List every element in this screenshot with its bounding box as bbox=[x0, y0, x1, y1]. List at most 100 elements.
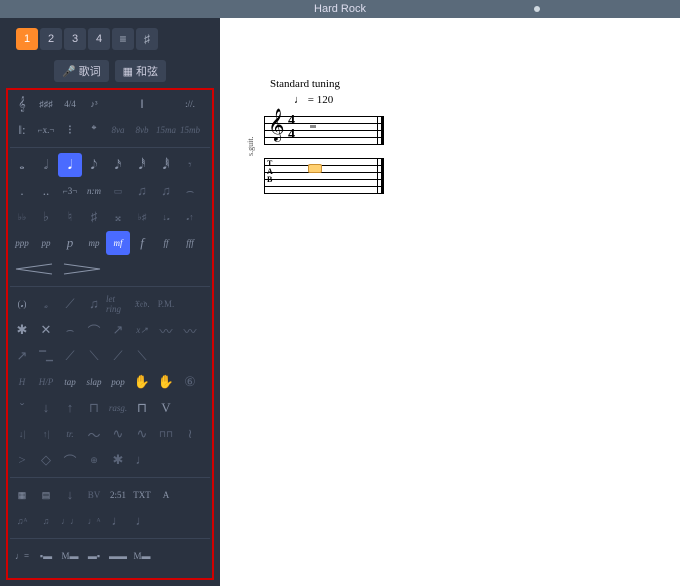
tab-3[interactable]: 3 bbox=[64, 28, 86, 50]
key-signature-icon[interactable]: ♯♯♯ bbox=[34, 92, 58, 116]
shift-up-icon[interactable]: 𝅘↑ bbox=[178, 205, 202, 229]
tenuto-icon[interactable]: ♩ bbox=[130, 448, 154, 472]
rest-icon[interactable]: 𝄾 bbox=[178, 153, 202, 177]
slide-out-icon[interactable]: ⟋ bbox=[58, 344, 82, 368]
grace-note-icon[interactable]: ♫ bbox=[82, 292, 106, 316]
slide-icon[interactable]: ⟋ bbox=[58, 292, 82, 316]
ornament-inv-mordent-icon[interactable]: ∿ bbox=[130, 422, 154, 446]
hand-alt-icon[interactable]: ✋ bbox=[154, 370, 178, 394]
chord-diagram-icon[interactable]: ▦ bbox=[10, 483, 34, 507]
whole-note-icon[interactable]: 𝅝 bbox=[10, 153, 34, 177]
strum-down-icon[interactable]: ↓ bbox=[34, 396, 58, 420]
arpeggio-up-icon[interactable]: ↑| bbox=[34, 422, 58, 446]
strum-up-icon[interactable]: ↑ bbox=[58, 396, 82, 420]
hammer-icon[interactable]: ⌢ bbox=[58, 318, 82, 342]
eighth-note-icon[interactable]: 𝅘𝅥𝅮 bbox=[82, 153, 106, 177]
coda-icon[interactable]: 𝄌 bbox=[82, 118, 106, 142]
treble-clef-icon[interactable]: 𝄞 bbox=[10, 92, 34, 116]
dynamic-fff-icon[interactable]: fff bbox=[178, 231, 202, 255]
dotted-icon[interactable]: . bbox=[10, 179, 34, 203]
natural-icon[interactable]: ♮ bbox=[58, 205, 82, 229]
tab-staff[interactable]: TAB bbox=[264, 158, 384, 193]
repeat-sign-icon[interactable]: ://. bbox=[178, 92, 202, 116]
decrescendo-icon[interactable] bbox=[58, 257, 106, 281]
hand-icon[interactable]: ✋ bbox=[130, 370, 154, 394]
sixtyfourth-note-icon[interactable]: 𝅘𝅥𝅱 bbox=[154, 153, 178, 177]
ghost-note-icon[interactable]: (𝅘) bbox=[10, 292, 34, 316]
wide-vibrato-icon[interactable]: 〰 bbox=[178, 318, 202, 342]
artificial-harmonic-icon[interactable]: ✕ bbox=[34, 318, 58, 342]
dynamic-f-icon[interactable]: f bbox=[130, 231, 154, 255]
dynamic-p-icon[interactable]: p bbox=[58, 231, 82, 255]
timer-icon[interactable]: 2:51 bbox=[106, 483, 130, 507]
double-dotted-icon[interactable]: .. bbox=[34, 179, 58, 203]
beam-icon[interactable]: ♫ bbox=[130, 179, 154, 203]
voice-icon[interactable]: ♩ bbox=[106, 509, 130, 533]
auto-stem-icon[interactable]: ♩ᴬ bbox=[82, 509, 106, 533]
octave-down-icon[interactable]: 8vb bbox=[130, 118, 154, 142]
dynamic-mp-icon[interactable]: mp bbox=[82, 231, 106, 255]
two-octave-up-icon[interactable]: 15ma bbox=[154, 118, 178, 142]
repeat-alt-icon[interactable]: ⌐x.¬ bbox=[34, 118, 58, 142]
bar-graph-m-icon[interactable]: M▬ bbox=[58, 544, 82, 568]
staccatissimo-icon[interactable]: ✱ bbox=[106, 448, 130, 472]
tuplet-3-icon[interactable]: ⌐3¬ bbox=[58, 179, 82, 203]
pop-icon[interactable]: pop bbox=[106, 370, 130, 394]
bend-icon[interactable]: ↗ bbox=[106, 318, 130, 342]
dynamic-mf-icon[interactable]: mf bbox=[106, 231, 130, 255]
crescendo-icon[interactable] bbox=[10, 257, 58, 281]
multirest-icon[interactable]: ▭ bbox=[106, 179, 130, 203]
pedal-icon[interactable]: 𝔛𝔢𝔡. bbox=[130, 292, 154, 316]
slide-legato-icon[interactable]: ⟍ bbox=[82, 344, 106, 368]
string-6-icon[interactable]: ⑥ bbox=[178, 370, 202, 394]
accent-icon[interactable]: ˇ bbox=[10, 396, 34, 420]
stem-dir-icon[interactable]: ♩♩ bbox=[58, 509, 82, 533]
arpeggio-down-icon[interactable]: ↓| bbox=[10, 422, 34, 446]
barre-roman-icon[interactable]: BV bbox=[82, 483, 106, 507]
trill-icon[interactable]: tr. bbox=[58, 422, 82, 446]
slap-icon[interactable]: slap bbox=[82, 370, 106, 394]
bar-graph-m2-icon[interactable]: M▬ bbox=[130, 544, 154, 568]
slide-in-below-icon[interactable]: ↗ bbox=[10, 344, 34, 368]
pickstroke-down-icon[interactable]: ⊓ bbox=[130, 396, 154, 420]
half-note-icon[interactable]: 𝅗𝅥 bbox=[34, 153, 58, 177]
barre-icon[interactable]: ↓ bbox=[58, 483, 82, 507]
tap-icon[interactable]: tap bbox=[58, 370, 82, 394]
standard-staff[interactable]: 𝄞 4 4 bbox=[264, 116, 384, 144]
dynamic-ff-icon[interactable]: ff bbox=[154, 231, 178, 255]
sharp-icon[interactable]: ♯ bbox=[82, 205, 106, 229]
dynamic-ppp-icon[interactable]: ppp bbox=[10, 231, 34, 255]
tab-1[interactable]: 1 bbox=[16, 28, 38, 50]
bar-graph-2-icon[interactable]: ▬▪ bbox=[82, 544, 106, 568]
ornament-turn-icon[interactable]: 〜 bbox=[82, 422, 106, 446]
slide-shift-icon[interactable]: ▔▁ bbox=[34, 344, 58, 368]
let-ring-icon[interactable]: let ring bbox=[106, 292, 130, 316]
vibrato-icon[interactable]: 〰 bbox=[154, 318, 178, 342]
two-octave-down-icon[interactable]: 15mb bbox=[178, 118, 202, 142]
pickstroke-up-icon[interactable]: V bbox=[154, 396, 178, 420]
pull-off-icon[interactable]: ⌒ bbox=[82, 318, 106, 342]
quarter-note-icon[interactable]: 𝅘𝅥 bbox=[58, 153, 82, 177]
tab-2[interactable]: 2 bbox=[40, 28, 62, 50]
double-flat-icon[interactable]: ♭♭ bbox=[10, 205, 34, 229]
bar-graph-3-icon[interactable]: ▬▬ bbox=[106, 544, 130, 568]
section-icon[interactable]: A bbox=[154, 483, 178, 507]
flat-icon[interactable]: ♭ bbox=[34, 205, 58, 229]
text-icon[interactable]: TXT bbox=[130, 483, 154, 507]
fermata-short-icon[interactable]: ◇ bbox=[34, 448, 58, 472]
beam-alt-icon[interactable]: ♫ bbox=[154, 179, 178, 203]
bar-graph-1-icon[interactable]: ▪▬ bbox=[34, 544, 58, 568]
tie-icon[interactable]: ⌢ bbox=[178, 179, 202, 203]
auto-beam-icon[interactable]: ♫ᴬ bbox=[10, 509, 34, 533]
thirtysecond-note-icon[interactable]: 𝅘𝅥𝅰 bbox=[130, 153, 154, 177]
triplet-feel-icon[interactable]: ♪³ bbox=[82, 92, 106, 116]
shift-down-icon[interactable]: ↓𝅘 bbox=[154, 205, 178, 229]
sixteenth-note-icon[interactable]: 𝅘𝅥𝅯 bbox=[106, 153, 130, 177]
tremolo-picking-icon[interactable]: ⊓⊓ bbox=[154, 422, 178, 446]
dead-note-icon[interactable]: 𝅗 bbox=[34, 292, 58, 316]
hopo-icon[interactable]: H/P bbox=[34, 370, 58, 394]
double-sharp-icon[interactable]: 𝄪 bbox=[106, 205, 130, 229]
tuplet-nm-icon[interactable]: n:m bbox=[82, 179, 106, 203]
ornament-mordent-icon[interactable]: ∿ bbox=[106, 422, 130, 446]
chords-button[interactable]: ▦ 和弦 bbox=[115, 60, 166, 82]
